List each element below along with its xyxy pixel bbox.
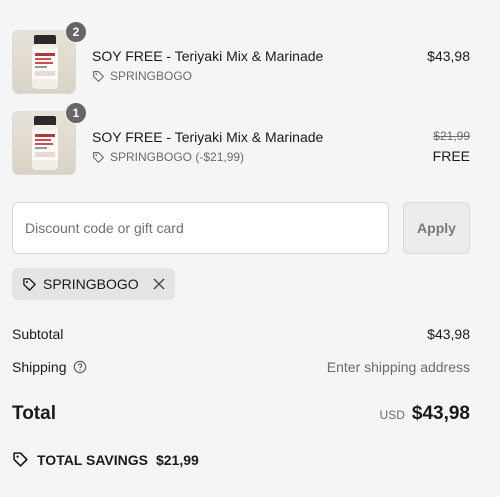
total-label: Total [12,403,56,424]
product-jar-image [12,111,76,175]
quantity-badge: 1 [65,102,87,124]
shipping-row-label: Shipping [12,359,87,375]
discount-code-input[interactable] [12,202,389,254]
line-item: 2 SOY FREE - Teriyaki Mix & Marinade SPR… [12,21,488,98]
product-title: SOY FREE - Teriyaki Mix & Marinade [92,48,324,64]
total-savings: TOTAL SAVINGS $21,99 [12,451,199,468]
tag-icon [93,70,104,82]
tag-icon [93,151,104,163]
savings-label: TOTAL SAVINGS [37,451,148,468]
applied-discount-chip: SPRINGBOGO [12,268,175,300]
subtotal-label: Subtotal [12,326,64,342]
remove-discount-button[interactable] [153,278,165,290]
line-item: 1 SOY FREE - Teriyaki Mix & Marinade SPR… [12,102,488,179]
currency-code: USD [379,408,405,422]
tag-icon [23,277,36,291]
savings-value: $21,99 [155,451,199,468]
item-discount: SPRINGBOGO [92,69,192,83]
product-jar-image [12,30,76,94]
help-icon[interactable] [73,360,87,374]
applied-code-label: SPRINGBOGO [43,276,139,292]
item-price: $43,98 [427,48,470,64]
tag-icon [13,452,28,467]
apply-button[interactable]: Apply [403,202,470,254]
product-thumbnail: 1 [12,102,87,177]
item-discount-label: SPRINGBOGO (-$21,99) [110,150,245,164]
product-title: SOY FREE - Teriyaki Mix & Marinade [92,129,324,145]
shipping-label: Shipping [12,359,67,375]
product-thumbnail: 2 [12,21,87,96]
close-icon[interactable] [153,278,165,290]
item-final-price: FREE [432,148,470,164]
item-original-price: $21,99 [433,129,470,143]
quantity-badge: 2 [65,21,87,43]
item-discount-label: SPRINGBOGO [110,69,193,83]
total-amount: $43,98 [411,403,470,424]
total-value: USD $43,98 [380,403,470,425]
shipping-value: Enter shipping address [326,359,470,375]
item-discount: SPRINGBOGO (-$21,99) [92,150,244,164]
subtotal-value: $43,98 [427,326,470,342]
